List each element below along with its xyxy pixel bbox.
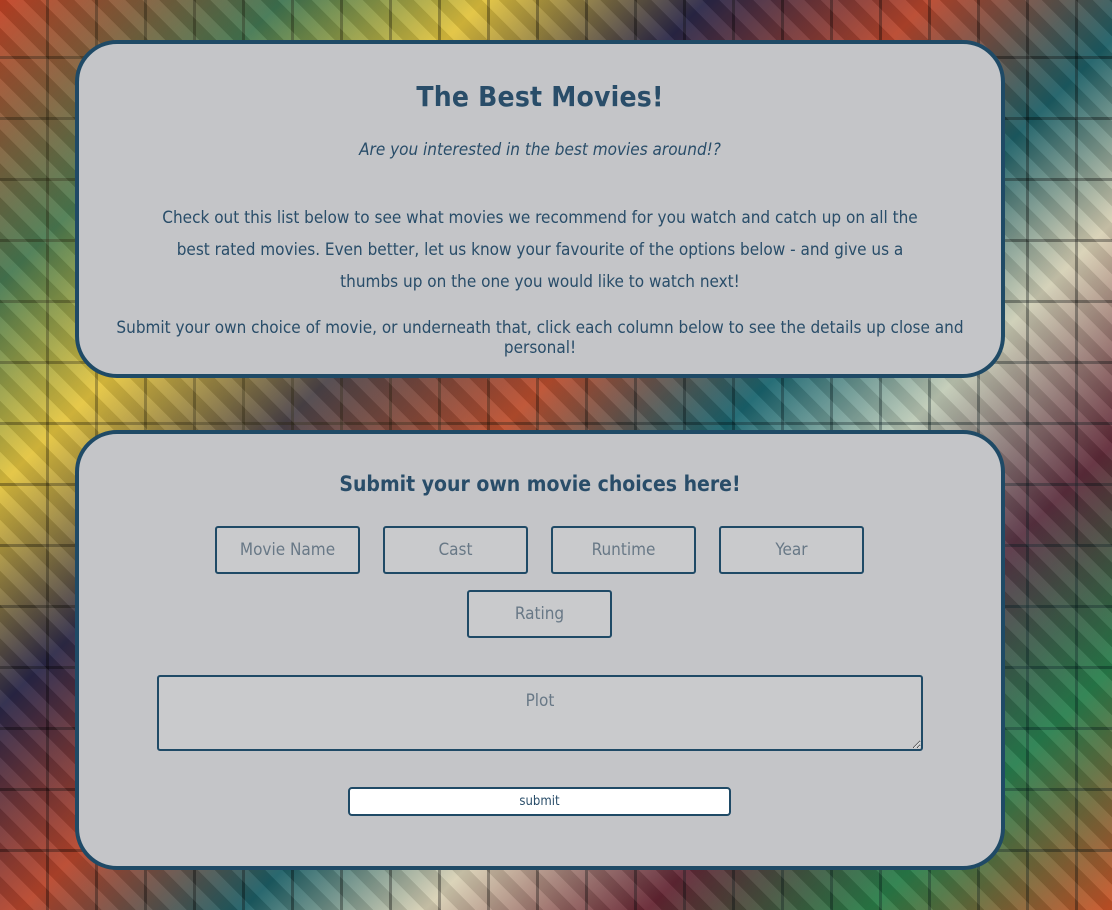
intro-panel: The Best Movies! Are you interested in t…: [75, 40, 1005, 378]
page-tagline: Are you interested in the best movies ar…: [359, 140, 721, 160]
movie-submission-panel: Submit your own movie choices here! subm…: [75, 430, 1005, 870]
submit-button[interactable]: submit: [348, 787, 731, 816]
movie-name-input[interactable]: [215, 526, 360, 574]
form-heading: Submit your own movie choices here!: [339, 472, 741, 496]
submit-instructions: Submit your own choice of movie, or unde…: [116, 318, 964, 358]
cast-input[interactable]: [383, 526, 528, 574]
plot-textarea[interactable]: [157, 675, 923, 751]
page-title: The Best Movies!: [416, 80, 664, 113]
intro-description: Check out this list below to see what mo…: [162, 208, 918, 292]
runtime-input[interactable]: [551, 526, 696, 574]
year-input[interactable]: [719, 526, 864, 574]
rating-input[interactable]: [467, 590, 612, 638]
